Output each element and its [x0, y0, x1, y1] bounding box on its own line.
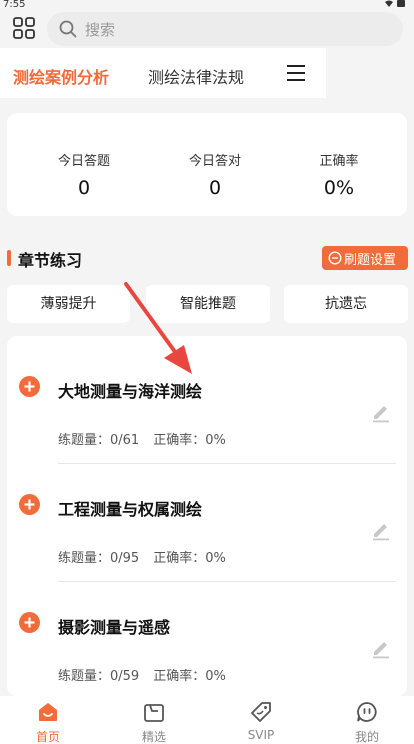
anti-forget-button[interactable]: 抗遗忘	[284, 285, 408, 323]
nav-home[interactable]: 首页	[18, 700, 78, 744]
chapter-rate: 正确率：0%	[153, 551, 226, 566]
practice-settings-button[interactable]: 刷题设置	[322, 246, 408, 270]
edit-pencil-icon[interactable]	[370, 519, 392, 541]
top-bar: 搜索	[0, 12, 414, 48]
search-icon	[59, 20, 77, 38]
category-tabs: 测绘案例分析 测绘法律法规	[0, 48, 326, 98]
status-bar: 7:55	[0, 0, 414, 12]
nav-label: SVIP	[247, 728, 275, 742]
expand-plus-icon[interactable]	[19, 612, 40, 633]
section-title: 章节练习	[18, 251, 83, 270]
edit-pencil-icon[interactable]	[370, 401, 392, 423]
nav-featured[interactable]: 精选	[124, 700, 184, 744]
tab-case-analysis[interactable]: 测绘案例分析	[13, 64, 109, 88]
chapter-title: 摄影测量与遥感	[58, 618, 171, 637]
nav-label: 首页	[35, 730, 60, 744]
chapter-practice-header: 章节练习 刷题设置	[0, 244, 414, 272]
search-input[interactable]: 搜索	[47, 12, 403, 46]
stat-label: 今日答对	[188, 154, 241, 169]
chapter-item[interactable]: 摄影测量与遥感 练题量：0/59 正确率：0%	[7, 582, 407, 696]
stats-card: 今日答题 0 今日答对 0 正确率 0%	[7, 113, 407, 216]
chapter-meta: 练题量：0/61 正确率：0%	[58, 429, 226, 448]
stat-value: 0	[77, 177, 91, 199]
practice-settings-label: 刷题设置	[344, 253, 397, 268]
stat-label: 正确率	[319, 154, 359, 169]
home-icon	[39, 703, 57, 721]
chapter-item[interactable]: 工程测量与权属测绘 练题量：0/95 正确率：0%	[7, 464, 407, 582]
nav-label: 精选	[141, 730, 166, 744]
nav-svip[interactable]: SVIP	[231, 700, 291, 742]
status-icons	[384, 0, 408, 11]
chapter-item[interactable]: 大地测量与海洋测绘 练题量：0/61 正确率：0%	[7, 346, 407, 464]
status-time: 7:55	[3, 0, 26, 10]
bottom-nav: 首页 精选 SVIP 我的	[0, 696, 414, 744]
settings-circle-icon	[328, 251, 342, 265]
nav-profile[interactable]: 我的	[337, 700, 397, 744]
expand-plus-icon[interactable]	[19, 376, 40, 397]
weak-improve-button[interactable]: 薄弱提升	[7, 285, 130, 323]
tab-laws-regulations[interactable]: 测绘法律法规	[148, 64, 244, 88]
section-accent-bar	[7, 250, 11, 266]
stat-accuracy: 正确率 0%	[289, 150, 389, 199]
featured-icon	[144, 704, 164, 722]
nav-label: 我的	[354, 730, 379, 744]
chapter-meta: 练题量：0/59 正确率：0%	[58, 665, 226, 684]
expand-plus-icon[interactable]	[19, 494, 40, 515]
edit-pencil-icon[interactable]	[370, 637, 392, 659]
menu-icon[interactable]	[286, 64, 306, 82]
stat-today-correct: 今日答对 0	[165, 150, 265, 199]
chapter-count: 练题量：0/59	[58, 669, 140, 684]
chapter-meta: 练题量：0/95 正确率：0%	[58, 547, 226, 566]
chapter-count: 练题量：0/61	[58, 433, 140, 448]
stat-value: 0	[208, 177, 222, 199]
stat-value: 0%	[323, 177, 355, 199]
wifi-battery-icon	[385, 0, 405, 7]
chapter-list: 大地测量与海洋测绘 练题量：0/61 正确率：0% 工程测量与权属测绘 练题量：0…	[7, 336, 407, 696]
svip-tag-icon	[251, 702, 271, 722]
stat-today-answered: 今日答题 0	[34, 150, 134, 199]
apps-grid-icon[interactable]	[13, 17, 35, 39]
chapter-title: 大地测量与海洋测绘	[58, 382, 203, 401]
profile-icon	[357, 702, 377, 722]
smart-recommend-button[interactable]: 智能推题	[146, 285, 270, 323]
chapter-count: 练题量：0/95	[58, 551, 140, 566]
chapter-rate: 正确率：0%	[153, 669, 226, 684]
chapter-title: 工程测量与权属测绘	[58, 500, 203, 519]
chapter-rate: 正确率：0%	[153, 433, 226, 448]
search-placeholder: 搜索	[85, 21, 116, 39]
stat-label: 今日答题	[57, 154, 110, 169]
